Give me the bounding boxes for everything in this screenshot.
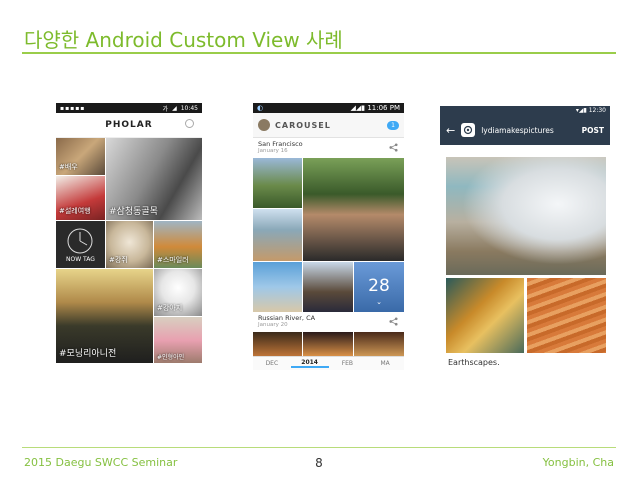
photo-count-tile[interactable]: 28 ⌄ (354, 262, 404, 312)
timeline-label[interactable]: DEC (253, 360, 291, 367)
photo-tile[interactable] (253, 262, 302, 312)
app-title: CAROUSEL (275, 120, 331, 130)
location-name: Russian River, CA (258, 314, 316, 322)
photo-tile[interactable]: #설레여행 (56, 176, 105, 220)
app-bar: PHOLAR (56, 113, 202, 138)
photo-tile[interactable]: #강쥐 (106, 221, 153, 268)
notification-badge[interactable]: 1 (387, 120, 399, 130)
app-notification-icon: ◐ (257, 104, 264, 112)
photo-tile[interactable] (303, 158, 404, 261)
status-bar: ▾◢▮ 12:30 (440, 106, 610, 115)
back-arrow-icon[interactable]: ← (446, 124, 455, 137)
location-header: San Francisco January 16 (253, 138, 404, 158)
carousel-screenshot: ◐ ◢◢▮ 11:06 PM CAROUSEL 1 San Francisco … (253, 103, 404, 370)
location-date: January 20 (258, 322, 288, 328)
location-name: San Francisco (258, 140, 303, 148)
now-tag-tile[interactable]: NOW TAG (56, 221, 105, 268)
app-title: PHOLAR (105, 120, 153, 130)
photo-tile[interactable] (303, 332, 353, 358)
location-date: January 16 (258, 148, 288, 154)
photo-tile[interactable]: #삼청동골목 (106, 138, 202, 220)
carrier-label: 가 (162, 105, 169, 113)
slide-title: 다양한 Android Custom View 사례 (24, 28, 343, 52)
photo-tile[interactable] (253, 332, 302, 358)
username[interactable]: lydiamakespictures (481, 126, 554, 135)
footer-author: Yongbin, Cha (542, 456, 614, 469)
avatar[interactable] (258, 119, 270, 131)
signal-icon: ◢ (172, 104, 177, 112)
timeline-scrubber[interactable]: DEC 2014 FEB MA (253, 356, 404, 370)
chevron-down-icon: ⌄ (376, 298, 382, 306)
search-icon[interactable] (185, 119, 194, 128)
photo-tile[interactable] (253, 209, 302, 261)
status-bar: ▪▪▪▪▪ 가 ◢ 10:45 (56, 103, 202, 113)
timeline-label[interactable]: MA (366, 360, 404, 367)
photo-tile[interactable] (527, 278, 606, 353)
status-bar: ◐ ◢◢▮ 11:06 PM (253, 103, 404, 113)
app-bar: ← lydiamakespictures POST (440, 115, 610, 145)
photo-collage-1: 28 ⌄ (253, 158, 404, 312)
gallery-screenshot: ▾◢▮ 12:30 ← lydiamakespictures POST Eart… (440, 106, 610, 368)
share-icon[interactable] (389, 143, 398, 152)
footer-divider (22, 447, 616, 448)
app-bar: CAROUSEL 1 (253, 113, 404, 138)
share-icon[interactable] (389, 317, 398, 326)
location-header: Russian River, CA January 20 (253, 312, 404, 332)
pholar-screenshot: ▪▪▪▪▪ 가 ◢ 10:45 PHOLAR #배우 #설레여행 #삼청동골목 … (56, 103, 202, 363)
post-caption: Earthscapes. (448, 358, 500, 367)
photo-tile[interactable]: #인형아인 (154, 317, 202, 363)
signal-icon: ◢◢▮ (350, 104, 368, 112)
camera-icon[interactable] (461, 123, 476, 137)
timeline-label[interactable]: FEB (329, 360, 367, 367)
photo-tile[interactable] (446, 278, 524, 353)
photo-tile[interactable] (354, 332, 404, 358)
photo-tile[interactable]: #모닝리아니전 (56, 269, 153, 363)
status-time: 11:06 PM (367, 104, 400, 112)
photo-tile[interactable]: #배우 (56, 138, 105, 175)
post-button[interactable]: POST (582, 126, 604, 135)
notification-icons: ▪▪▪▪▪ (60, 104, 86, 112)
signal-icon: ▾◢▮ (575, 107, 589, 114)
photo-tile[interactable] (303, 262, 353, 312)
photo-tile[interactable]: #강아지 (154, 269, 202, 316)
photo-count: 28 (368, 276, 390, 296)
photo-tile-hero[interactable] (446, 157, 606, 275)
photo-collage-2 (253, 332, 404, 358)
photo-grid: #배우 #설레여행 #삼청동골목 NOW TAG #강쥐 #스마일러 #모닝리아… (56, 138, 202, 363)
photo-tile[interactable] (253, 158, 302, 208)
timeline-label-selected[interactable]: 2014 (290, 359, 329, 368)
status-time: 12:30 (588, 107, 606, 114)
status-time: 10:45 (180, 104, 198, 112)
photo-tile[interactable]: #스마일러 (154, 221, 202, 268)
title-divider (22, 52, 616, 54)
